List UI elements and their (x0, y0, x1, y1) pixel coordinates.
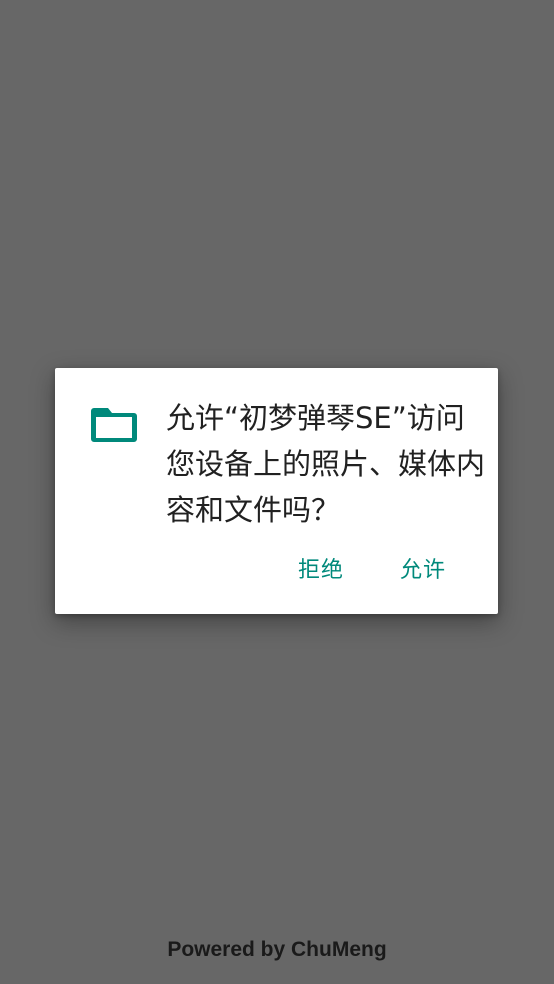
folder-icon (90, 404, 138, 444)
permission-dialog: 允许“初梦弹琴SE”访问您设备上的照片、媒体内容和文件吗？ 拒绝 允许 (55, 368, 498, 614)
deny-button[interactable]: 拒绝 (298, 556, 344, 586)
allow-button[interactable]: 允许 (400, 556, 446, 586)
powered-by-label: Powered by ChuMeng (167, 938, 387, 961)
dialog-actions: 拒绝 允许 (298, 556, 446, 586)
permission-message: 允许“初梦弹琴SE”访问您设备上的照片、媒体内容和文件吗？ (166, 401, 486, 527)
